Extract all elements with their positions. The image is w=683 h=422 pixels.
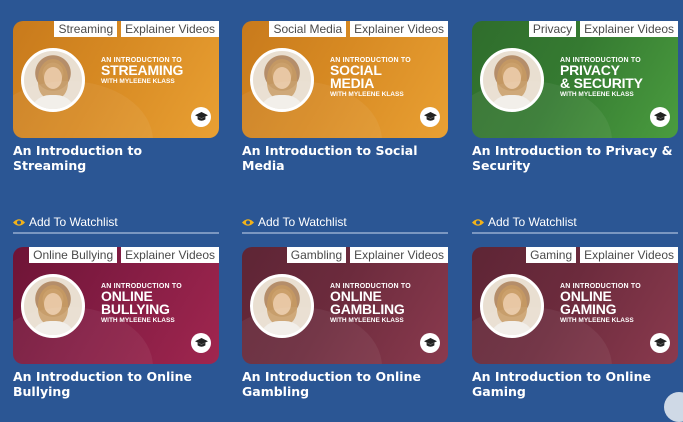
thumbnail-title: AN INTRODUCTION TO PRIVACY & SECURITY WI… <box>560 57 643 98</box>
thumbnail-title: AN INTRODUCTION TO ONLINE BULLYING WITH … <box>101 283 182 324</box>
category-tag[interactable]: Explainer Videos <box>121 247 219 263</box>
add-to-watchlist-button[interactable]: Add To Watchlist <box>13 214 219 234</box>
video-title[interactable]: An Introduction to Social Media <box>242 143 448 173</box>
presenter-avatar <box>21 274 85 338</box>
category-tag[interactable]: Streaming <box>54 21 118 37</box>
corner-widget-edge[interactable] <box>664 392 683 422</box>
category-tags: Gaming Explainer Videos <box>526 247 678 263</box>
category-tag[interactable]: Gaming <box>526 247 577 263</box>
graduation-cap-icon <box>650 107 670 127</box>
category-tag[interactable]: Gambling <box>286 247 347 263</box>
add-to-watchlist-button[interactable]: Add To Watchlist <box>472 214 678 234</box>
graduation-cap-icon <box>191 333 211 353</box>
add-to-watchlist-button[interactable]: Add To Watchlist <box>242 214 448 234</box>
category-tags: Online Bullying Explainer Videos <box>29 247 219 263</box>
video-thumbnail[interactable]: AN INTRODUCTION TO SOCIAL MEDIA WITH MYL… <box>242 21 448 138</box>
presenter-avatar <box>250 274 314 338</box>
video-thumbnail[interactable]: AN INTRODUCTION TO ONLINE BULLYING WITH … <box>13 247 219 364</box>
category-tag[interactable]: Privacy <box>528 21 577 37</box>
thumbnail-title: AN INTRODUCTION TO ONLINE GAMING WITH MY… <box>560 283 641 324</box>
thumbnail-title: AN INTRODUCTION TO ONLINE GAMBLING WITH … <box>330 283 411 324</box>
category-tag[interactable]: Social Media <box>269 21 347 37</box>
video-thumbnail[interactable]: AN INTRODUCTION TO ONLINE GAMBLING WITH … <box>242 247 448 364</box>
category-tag[interactable]: Explainer Videos <box>580 21 678 37</box>
presenter-avatar <box>480 274 544 338</box>
video-title[interactable]: An Introduction to Streaming <box>13 143 219 173</box>
video-thumbnail[interactable]: AN INTRODUCTION TO PRIVACY & SECURITY WI… <box>472 21 678 138</box>
watchlist-label: Add To Watchlist <box>488 215 577 229</box>
category-tag[interactable]: Explainer Videos <box>350 21 448 37</box>
presenter-avatar <box>250 48 314 112</box>
eye-icon <box>13 218 25 226</box>
thumbnail-title: AN INTRODUCTION TO STREAMING WITH MYLEEN… <box>101 57 184 85</box>
watchlist-label: Add To Watchlist <box>258 215 347 229</box>
category-tag[interactable]: Explainer Videos <box>350 247 448 263</box>
video-title[interactable]: An Introduction to Online Gambling <box>242 369 448 399</box>
video-thumbnail[interactable]: AN INTRODUCTION TO STREAMING WITH MYLEEN… <box>13 21 219 138</box>
graduation-cap-icon <box>191 107 211 127</box>
presenter-avatar <box>480 48 544 112</box>
graduation-cap-icon <box>420 333 440 353</box>
eye-icon <box>242 218 254 226</box>
category-tag[interactable]: Explainer Videos <box>580 247 678 263</box>
video-thumbnail[interactable]: AN INTRODUCTION TO ONLINE GAMING WITH MY… <box>472 247 678 364</box>
video-title[interactable]: An Introduction to Privacy & Security <box>472 143 678 173</box>
watchlist-label: Add To Watchlist <box>29 215 118 229</box>
category-tags: Streaming Explainer Videos <box>54 21 219 37</box>
video-title[interactable]: An Introduction to Online Gaming <box>472 369 678 399</box>
graduation-cap-icon <box>420 107 440 127</box>
video-title[interactable]: An Introduction to Online Bullying <box>13 369 219 399</box>
eye-icon <box>472 218 484 226</box>
category-tags: Privacy Explainer Videos <box>528 21 678 37</box>
thumbnail-title: AN INTRODUCTION TO SOCIAL MEDIA WITH MYL… <box>330 57 411 98</box>
category-tags: Gambling Explainer Videos <box>286 247 448 263</box>
presenter-avatar <box>21 48 85 112</box>
category-tag[interactable]: Online Bullying <box>29 247 118 263</box>
video-grid: AN INTRODUCTION TO STREAMING WITH MYLEEN… <box>13 21 683 401</box>
graduation-cap-icon <box>650 333 670 353</box>
category-tags: Social Media Explainer Videos <box>269 21 448 37</box>
category-tag[interactable]: Explainer Videos <box>121 21 219 37</box>
